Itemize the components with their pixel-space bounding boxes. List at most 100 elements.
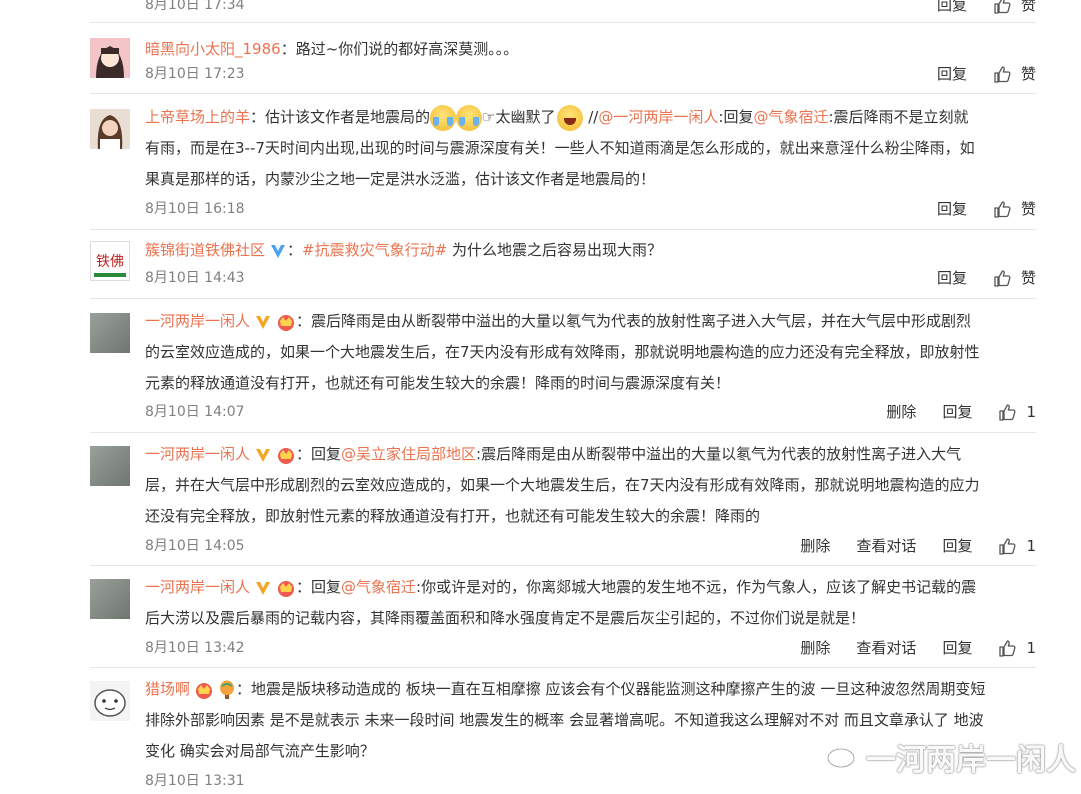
avatar[interactable] <box>90 109 130 149</box>
username-link[interactable]: 上帝草场上的羊 <box>145 108 250 126</box>
comment-time: 8月10日 16:18 <box>145 201 245 217</box>
comment-time: 8月10日 13:31 <box>145 773 245 789</box>
like-button[interactable]: 1 <box>998 536 1036 556</box>
delete-button[interactable]: 删除 <box>886 401 916 422</box>
avatar-logo-icon: 铁佛 <box>91 242 129 280</box>
comment-body: 暗黑向小太阳_1986：路过~你们说的都好高深莫测。。。 <box>145 34 1036 65</box>
hashtag-link[interactable]: #抗震救灾气象行动# <box>302 241 447 259</box>
delete-button[interactable]: 删除 <box>800 535 830 556</box>
view-dialog-button[interactable]: 查看对话 <box>856 637 916 658</box>
crying-laughing-emoji-icon <box>430 104 457 131</box>
comment-meta: 8月10日 17:23 回复 赞 <box>145 63 1036 87</box>
crown-badge-icon <box>276 312 296 332</box>
comment-text: // <box>583 108 599 126</box>
separator <box>90 298 1036 299</box>
mention-link[interactable]: @一河两岸一闲人 <box>598 108 718 126</box>
reply-button[interactable]: 回复 <box>937 0 967 15</box>
separator <box>90 229 1036 230</box>
weibo-watermark-icon <box>826 744 860 769</box>
separator <box>90 22 1036 23</box>
mention-link[interactable]: @气象宿迁 <box>753 108 828 126</box>
comment-body: 一河两岸一闲人 ：震后降雨是由从断裂带中溢出的大量以氡气为代表的放射性离子进入大气… <box>145 306 1036 399</box>
mention-link[interactable]: @吴立家住局部地区 <box>341 445 476 463</box>
comment-time: 8月10日 14:07 <box>145 404 245 420</box>
comment-text: 为什么地震之后容易出现大雨？ <box>447 241 662 259</box>
thumbs-up-icon <box>993 0 1013 15</box>
avatar-cartoon-icon <box>90 681 130 721</box>
username-link[interactable]: 一河两岸一闲人 <box>145 312 250 330</box>
thumbs-up-icon <box>998 402 1018 422</box>
thumbs-up-icon <box>993 268 1013 288</box>
comment-body: 簇锦街道铁佛社区 ：#抗震救灾气象行动# 为什么地震之后容易出现大雨？ <box>145 235 1036 266</box>
reply-button[interactable]: 回复 <box>942 535 972 556</box>
crown-badge-icon <box>194 680 214 700</box>
comment-text-line: 的云室效应造成的，如果一个大地震发生后，在7天内没有形成有效降雨，那就说明地震构… <box>145 343 980 361</box>
thumbs-up-icon <box>998 638 1018 658</box>
view-dialog-button[interactable]: 查看对话 <box>856 535 916 556</box>
thumbs-up-icon <box>993 64 1013 84</box>
username-link[interactable]: 一河两岸一闲人 <box>145 445 250 463</box>
reply-button[interactable]: 回复 <box>942 401 972 422</box>
comment-time: 8月10日 14:43 <box>145 270 245 286</box>
separator <box>90 93 1036 94</box>
comment-text: :震后降雨不是立刻就 <box>828 108 969 126</box>
comment-meta: 8月10日 14:05 删除 查看对话 回复 1 <box>145 535 1036 559</box>
comment-text-line: 排除外部影响因素 是不是就表示 未来一段时间 地震发生的概率 会显著增高呢。不知… <box>145 711 984 729</box>
username-link[interactable]: 一河两岸一闲人 <box>145 578 250 596</box>
comment-actions: 回复 赞 <box>911 63 1036 84</box>
comment-item: 一河两岸一闲人 ：震后降雨是由从断裂带中溢出的大量以氡气为代表的放射性离子进入大气… <box>90 306 1036 431</box>
comment-meta: 8月10日 17:34 回复 赞 <box>145 0 1036 18</box>
like-count: 1 <box>1026 536 1036 555</box>
username-link[interactable]: 簇锦街道铁佛社区 <box>145 241 265 259</box>
comment-text-line: 还没有完全释放，即放射性元素的释放通道没有打开，也就还有可能发生较大的余震！降雨… <box>145 507 761 525</box>
like-button[interactable]: 赞 <box>993 267 1036 288</box>
avatar[interactable] <box>90 38 130 78</box>
comment-meta: 8月10日 14:43 回复 赞 <box>145 267 1036 291</box>
like-label: 赞 <box>1020 200 1036 218</box>
comment-item: 一河两岸一闲人 ：回复@气象宿迁:你或许是对的，你离郯城大地震的发生地不远，作为气… <box>90 572 1036 667</box>
delete-button[interactable]: 删除 <box>800 637 830 658</box>
reply-button[interactable]: 回复 <box>937 198 967 219</box>
comment-time: 8月10日 14:05 <box>145 538 245 554</box>
thumbs-up-icon <box>998 536 1018 556</box>
like-button[interactable]: 赞 <box>993 198 1036 219</box>
comment-actions: 删除 回复 1 <box>860 401 1036 422</box>
like-button[interactable]: 1 <box>998 402 1036 422</box>
comment-text: ：回复 <box>296 578 342 596</box>
avatar[interactable] <box>90 681 130 721</box>
comment-text-line: 层，并在大气层中形成剧烈的云室效应造成的，如果一个大地震发生后，在7天内没有形成… <box>145 476 980 494</box>
comment-body: 一河两岸一闲人 ：回复@吴立家住局部地区:震后降雨是由从断裂带中溢出的大量以氡气为… <box>145 439 1036 532</box>
reply-button[interactable]: 回复 <box>937 267 967 288</box>
comment-actions: 删除 查看对话 回复 1 <box>774 535 1036 556</box>
comment-time: 8月10日 17:34 <box>145 0 245 13</box>
like-button[interactable]: 赞 <box>993 0 1036 15</box>
reply-button[interactable]: 回复 <box>942 637 972 658</box>
avatar[interactable]: 铁佛 <box>90 241 130 281</box>
avatar[interactable] <box>90 579 130 619</box>
comment-meta: 8月10日 16:18 回复 赞 <box>145 198 1036 222</box>
username-link[interactable]: 猎场啊 <box>145 680 190 698</box>
comment-text: ：估计该文作者是地震局的 <box>250 108 431 126</box>
comment-meta: 8月10日 13:42 删除 查看对话 回复 1 <box>145 637 1036 661</box>
crown-badge-icon <box>276 445 296 465</box>
comment-text: ☞太幽默了 <box>482 108 556 126</box>
reply-button[interactable]: 回复 <box>937 63 967 84</box>
like-label: 赞 <box>1020 65 1036 83</box>
vip-badge-icon <box>254 313 272 331</box>
mention-link[interactable]: @气象宿迁 <box>341 578 416 596</box>
comment-text: :震后降雨是由从断裂带中溢出的大量以氡气为代表的放射性离子进入大气 <box>476 445 962 463</box>
comment-text: ：路过~你们说的都好高深莫测。。。 <box>280 40 519 58</box>
like-label: 赞 <box>1020 0 1036 14</box>
comment-text: :回复 <box>718 108 754 126</box>
like-button[interactable]: 赞 <box>993 63 1036 84</box>
like-count: 1 <box>1026 402 1036 421</box>
comment-text-line: 果真是那样的话，内蒙沙尘之地一定是洪水泛滥，估计该文作者是地震局的！ <box>145 170 656 188</box>
avatar[interactable] <box>90 446 130 486</box>
comment-text: ：震后降雨是由从断裂带中溢出的大量以氡气为代表的放射性离子进入大气层，并在大气层… <box>296 312 972 330</box>
comment-text: ：地震是版块移动造成的 板块一直在互相摩擦 应该会有个仪器能监测这种摩擦产生的波… <box>236 680 986 698</box>
avatar[interactable] <box>90 313 130 353</box>
comment-item: 铁佛 簇锦街道铁佛社区 ：#抗震救灾气象行动# 为什么地震之后容易出现大雨？ 8月… <box>90 235 1036 295</box>
separator <box>90 667 1036 668</box>
username-link[interactable]: 暗黑向小太阳_1986 <box>145 40 281 58</box>
like-button[interactable]: 1 <box>998 638 1036 658</box>
